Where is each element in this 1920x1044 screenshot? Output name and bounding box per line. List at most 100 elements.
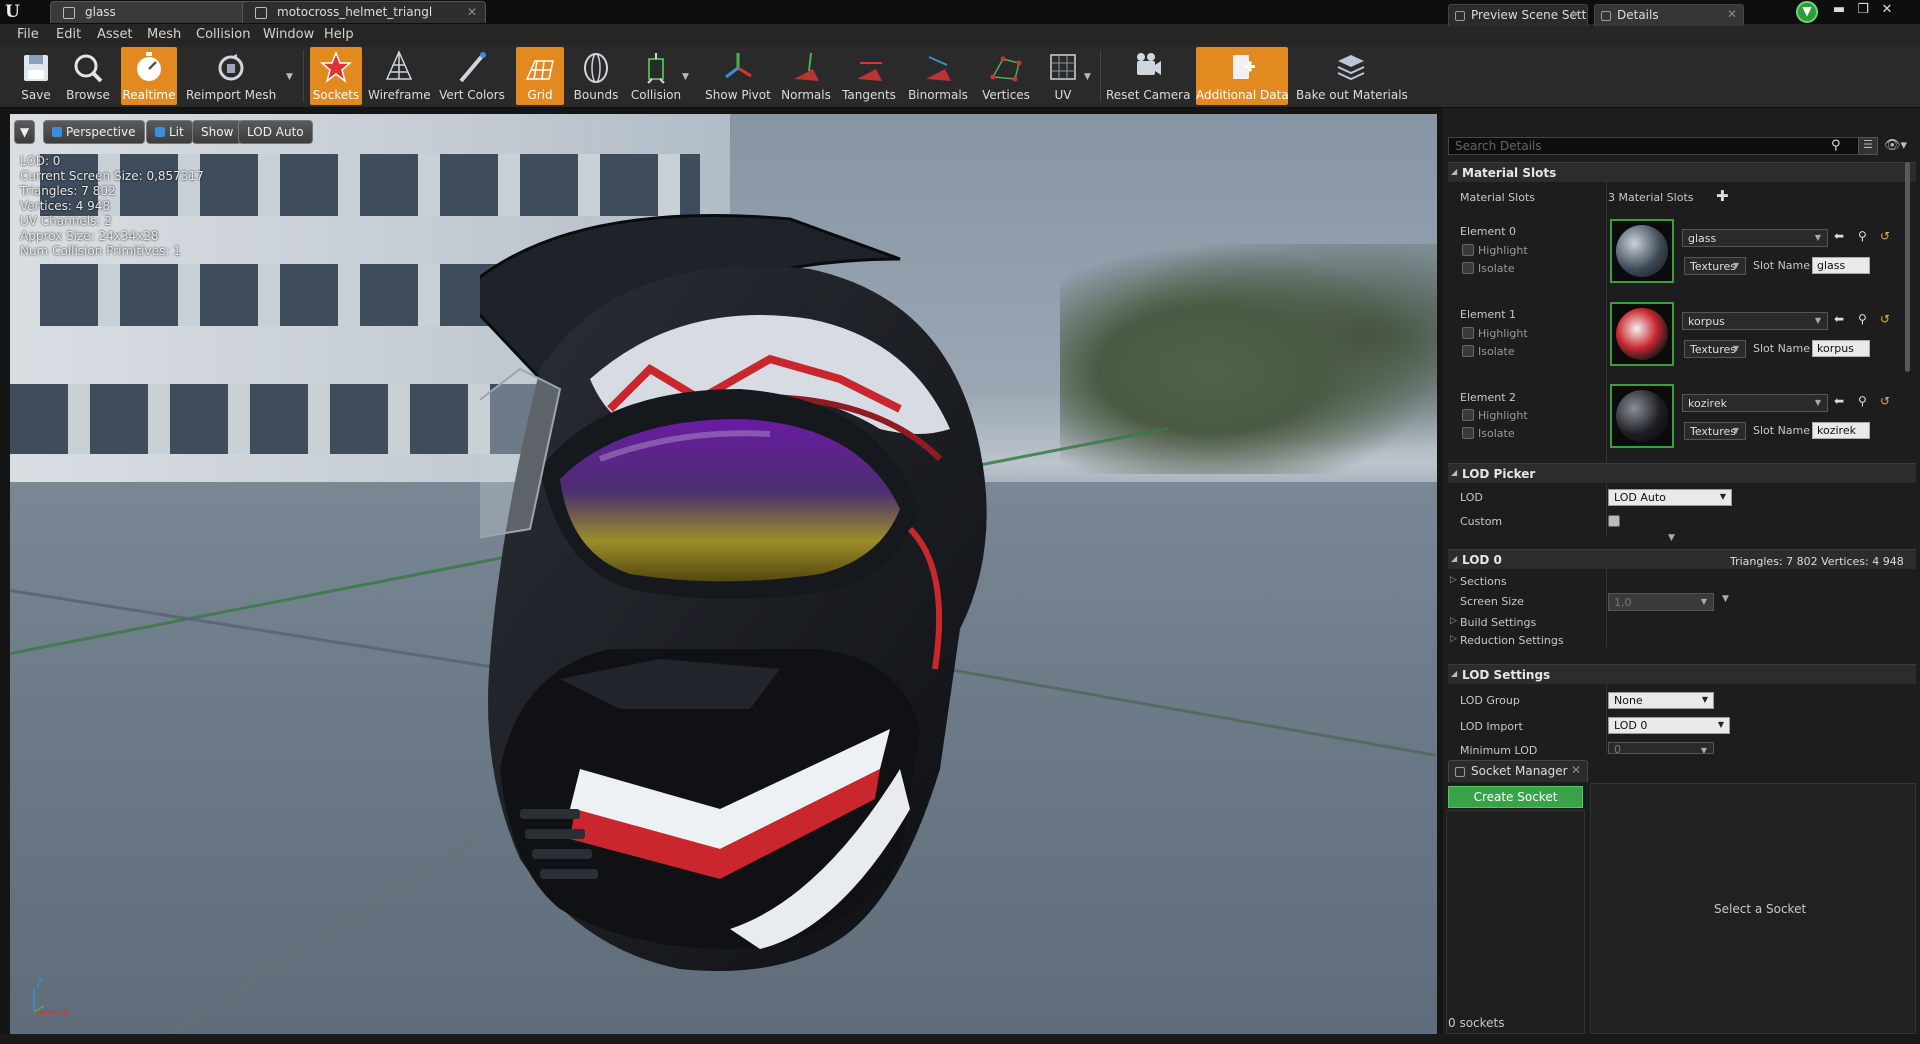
- material-select-korpus[interactable]: korpus: [1682, 312, 1828, 330]
- source-control-status-icon[interactable]: ▼: [1796, 1, 1818, 23]
- menu-edit[interactable]: Edit: [56, 27, 81, 42]
- reduction-settings-expand-icon[interactable]: ▷: [1450, 634, 1457, 644]
- sockets-button[interactable]: Sockets: [310, 47, 362, 105]
- highlight-checkbox[interactable]: [1462, 244, 1474, 256]
- use-selected-asset-icon[interactable]: ⬅: [1834, 229, 1844, 243]
- mesh-viewport[interactable]: ▼ Perspective Lit Show LOD Auto LOD: 0 C…: [10, 114, 1437, 1034]
- show-pivot-button[interactable]: Show Pivot: [704, 47, 772, 105]
- close-tab-icon[interactable]: ✕: [1571, 763, 1581, 777]
- lod-import-select[interactable]: LOD 0: [1608, 717, 1730, 734]
- browse-button[interactable]: Browse: [64, 47, 112, 105]
- slot-name-input[interactable]: kozirek: [1812, 422, 1870, 439]
- socket-list[interactable]: [1446, 810, 1585, 1034]
- close-tab-icon[interactable]: ✕: [1727, 7, 1737, 21]
- view-options-icon[interactable]: ☰: [1858, 137, 1878, 155]
- menu-window[interactable]: Window: [263, 27, 314, 42]
- slot-name-input[interactable]: glass: [1812, 257, 1870, 274]
- reimport-dropdown-icon[interactable]: ▼: [286, 72, 296, 82]
- uv-dropdown-icon[interactable]: ▼: [1084, 72, 1094, 82]
- save-button[interactable]: Save: [12, 47, 60, 105]
- material-thumbnail-kozirek[interactable]: [1610, 384, 1674, 448]
- material-select-kozirek[interactable]: kozirek: [1682, 394, 1828, 412]
- bake-out-materials-button[interactable]: Bake out Materials: [1296, 47, 1408, 105]
- build-settings-expand-icon[interactable]: ▷: [1450, 616, 1457, 626]
- sections-label[interactable]: Sections: [1460, 575, 1507, 588]
- helmet-mesh[interactable]: [480, 209, 1180, 1029]
- grid-button[interactable]: Grid: [516, 47, 564, 105]
- lod-select[interactable]: LOD Auto: [1608, 489, 1732, 506]
- isolate-checkbox[interactable]: [1462, 427, 1474, 439]
- realtime-button[interactable]: Realtime: [121, 47, 177, 105]
- reimport-mesh-button[interactable]: Reimport Mesh: [186, 47, 276, 105]
- tab-details[interactable]: Details ✕: [1594, 4, 1744, 26]
- close-window-button[interactable]: ✕: [1876, 2, 1898, 18]
- wireframe-button[interactable]: Wireframe: [368, 47, 431, 105]
- menu-file[interactable]: File: [17, 27, 39, 42]
- minimize-button[interactable]: ▬: [1828, 2, 1850, 18]
- screen-size-dropdown-icon[interactable]: ▼: [1722, 594, 1729, 604]
- menu-help[interactable]: Help: [324, 27, 354, 42]
- highlight-checkbox[interactable]: [1462, 327, 1474, 339]
- vert-colors-button[interactable]: Vert Colors: [438, 47, 506, 105]
- restore-button[interactable]: ❐: [1852, 2, 1874, 18]
- search-details-input[interactable]: Search Details: [1448, 137, 1868, 155]
- perspective-button[interactable]: Perspective: [43, 120, 145, 144]
- textures-dropdown[interactable]: Textures: [1684, 422, 1746, 440]
- material-thumbnail-glass[interactable]: [1610, 219, 1674, 283]
- additional-data-button[interactable]: Additional Data: [1196, 47, 1289, 105]
- uv-button[interactable]: UV: [1040, 47, 1086, 105]
- material-slots-header[interactable]: Material Slots: [1448, 162, 1916, 182]
- browse-asset-icon[interactable]: ⚲: [1858, 394, 1867, 408]
- reset-to-default-icon[interactable]: ↺: [1880, 394, 1890, 408]
- bounds-button[interactable]: Bounds: [572, 47, 620, 105]
- vertices-button[interactable]: Vertices: [978, 47, 1034, 105]
- viewport-options-button[interactable]: ▼: [14, 120, 36, 144]
- textures-dropdown[interactable]: Textures: [1684, 257, 1746, 275]
- collision-dropdown-icon[interactable]: ▼: [682, 72, 692, 82]
- add-material-slot-icon[interactable]: ✚: [1716, 187, 1729, 205]
- search-icon[interactable]: ⚲: [1831, 138, 1845, 153]
- menu-collision[interactable]: Collision: [196, 27, 250, 42]
- eye-icon[interactable]: 👁▾: [1884, 138, 1907, 153]
- tab-preview-scene-settings[interactable]: Preview Scene Sett ✕: [1448, 4, 1588, 26]
- minimum-lod-input[interactable]: 0: [1608, 742, 1714, 754]
- tab-motocross-helmet[interactable]: motocross_helmet_triangl ✕: [242, 1, 486, 23]
- close-tab-icon[interactable]: ✕: [1571, 7, 1581, 21]
- details-scrollbar[interactable]: [1905, 162, 1910, 372]
- build-settings-label[interactable]: Build Settings: [1460, 616, 1536, 629]
- lod-auto-button[interactable]: LOD Auto: [238, 120, 313, 144]
- lod-picker-header[interactable]: LOD Picker: [1448, 463, 1916, 483]
- browse-asset-icon[interactable]: ⚲: [1858, 229, 1867, 243]
- reset-to-default-icon[interactable]: ↺: [1880, 312, 1890, 326]
- lit-button[interactable]: Lit: [146, 120, 193, 144]
- reduction-settings-label[interactable]: Reduction Settings: [1460, 634, 1564, 647]
- slot-name-input[interactable]: korpus: [1812, 340, 1870, 357]
- close-tab-icon[interactable]: ✕: [467, 5, 477, 19]
- sections-expand-icon[interactable]: ▷: [1450, 575, 1457, 585]
- isolate-checkbox[interactable]: [1462, 262, 1474, 274]
- screen-size-input[interactable]: 1,0: [1608, 593, 1714, 611]
- textures-dropdown[interactable]: Textures: [1684, 340, 1746, 358]
- binormals-button[interactable]: Binormals: [906, 47, 970, 105]
- tab-socket-manager[interactable]: Socket Manager ✕: [1448, 760, 1588, 782]
- use-selected-asset-icon[interactable]: ⬅: [1834, 394, 1844, 408]
- normals-button[interactable]: Normals: [780, 47, 832, 105]
- expand-advanced-icon[interactable]: ▼: [1668, 533, 1675, 543]
- tangents-button[interactable]: Tangents: [840, 47, 898, 105]
- lod-settings-header[interactable]: LOD Settings: [1448, 664, 1916, 684]
- menu-asset[interactable]: Asset: [97, 27, 133, 42]
- isolate-checkbox[interactable]: [1462, 345, 1474, 357]
- reset-camera-button[interactable]: Reset Camera: [1106, 47, 1190, 105]
- show-button[interactable]: Show: [192, 120, 243, 144]
- create-socket-button[interactable]: Create Socket: [1448, 786, 1583, 808]
- use-selected-asset-icon[interactable]: ⬅: [1834, 312, 1844, 326]
- material-thumbnail-korpus[interactable]: [1610, 302, 1674, 366]
- reset-to-default-icon[interactable]: ↺: [1880, 229, 1890, 243]
- custom-checkbox[interactable]: [1608, 515, 1620, 527]
- lod-group-select[interactable]: None: [1608, 692, 1714, 709]
- highlight-checkbox[interactable]: [1462, 409, 1474, 421]
- material-select-glass[interactable]: glass: [1682, 229, 1828, 247]
- browse-asset-icon[interactable]: ⚲: [1858, 312, 1867, 326]
- menu-mesh[interactable]: Mesh: [147, 27, 181, 42]
- collision-button[interactable]: Collision: [628, 47, 684, 105]
